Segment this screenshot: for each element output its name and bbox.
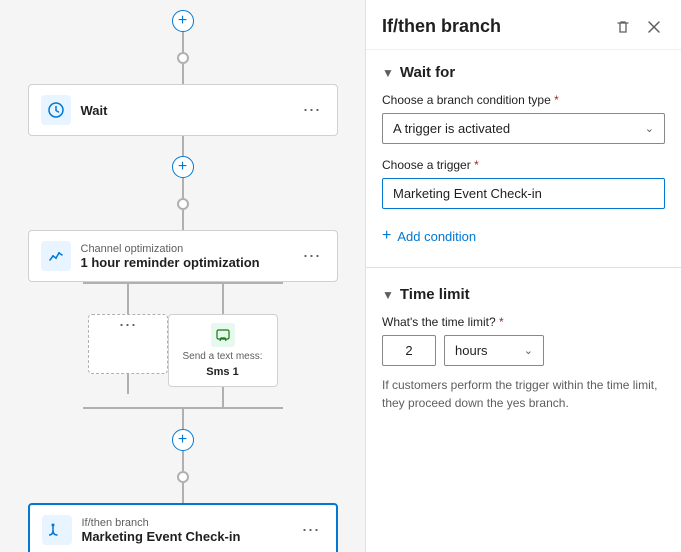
channel-subtitle: Channel optimization: [81, 243, 289, 255]
wait-title: Wait: [81, 103, 289, 118]
time-input-row: hours ⌄: [382, 335, 665, 366]
connector-line-8: [182, 483, 184, 503]
time-limit-header[interactable]: ▼ Time limit: [382, 286, 665, 303]
add-condition-plus-icon: +: [382, 227, 391, 245]
wait-for-section: ▼ Wait for Choose a branch condition typ…: [366, 50, 681, 263]
add-step-button-top[interactable]: +: [172, 10, 194, 32]
time-limit-required: *: [499, 315, 504, 329]
channel-optimization-card[interactable]: Channel optimization 1 hour reminder opt…: [28, 230, 338, 282]
time-limit-question-label: What's the time limit? *: [382, 315, 665, 329]
time-limit-field-group: What's the time limit? * hours ⌄ If cust…: [382, 315, 665, 412]
delete-button[interactable]: [611, 17, 635, 37]
close-button[interactable]: [643, 17, 665, 37]
wait-for-header[interactable]: ▼ Wait for: [382, 64, 665, 81]
ifthen-branch-card[interactable]: If/then branch Marketing Event Check-in …: [28, 503, 338, 552]
sms-label: Send a text mess:: [182, 351, 262, 362]
add-condition-button[interactable]: + Add condition: [382, 223, 476, 249]
sms-title: Sms 1: [206, 366, 238, 378]
time-unit-value: hours: [455, 343, 488, 358]
section-divider: [366, 267, 681, 268]
panel-actions: [611, 17, 665, 37]
connector-line-3: [182, 136, 184, 156]
right-panel: If/then branch ▼ Wait for Choose a branc…: [365, 0, 681, 552]
time-limit-description: If customers perform the trigger within …: [382, 376, 665, 412]
condition-type-dropdown[interactable]: A trigger is activated ⌄: [382, 113, 665, 144]
trigger-label: Choose a trigger *: [382, 158, 665, 172]
wait-for-label: Wait for: [400, 64, 455, 81]
time-unit-dropdown[interactable]: hours ⌄: [444, 335, 544, 366]
trigger-required: *: [474, 158, 479, 172]
connector-line-7: [182, 451, 184, 471]
trigger-input[interactable]: [382, 178, 665, 209]
node-connector-2: [177, 198, 189, 210]
panel-title: If/then branch: [382, 16, 501, 37]
branch-left-more[interactable]: ⋯: [119, 315, 137, 336]
time-unit-chevron-icon: ⌄: [524, 344, 533, 357]
connector-line-5: [182, 210, 184, 230]
time-number-input[interactable]: [382, 335, 436, 366]
channel-content: Channel optimization 1 hour reminder opt…: [81, 242, 289, 270]
sms-icon: [211, 323, 235, 347]
branch-left-arm: ⋯: [88, 284, 168, 394]
ifthen-more-button[interactable]: ⋯: [298, 518, 324, 543]
time-limit-label: Time limit: [400, 286, 470, 303]
wait-more-button[interactable]: ⋯: [299, 98, 325, 123]
sms-card[interactable]: Send a text mess: Sms 1: [168, 314, 278, 387]
node-connector-3: [177, 471, 189, 483]
ifthen-title: Marketing Event Check-in: [82, 529, 288, 544]
wait-content: Wait: [81, 103, 289, 118]
trigger-group: Choose a trigger *: [382, 158, 665, 209]
channel-title: 1 hour reminder optimization: [81, 255, 289, 270]
time-limit-section: ▼ Time limit What's the time limit? * ho…: [366, 272, 681, 440]
connector-line-6: [182, 409, 184, 429]
panel-header: If/then branch: [366, 0, 681, 50]
condition-type-label: Choose a branch condition type *: [382, 93, 665, 107]
ifthen-subtitle: If/then branch: [82, 517, 288, 529]
wait-icon: [41, 95, 71, 125]
flow-canvas: + Wait ⋯ +: [0, 0, 365, 552]
condition-type-chevron-icon: ⌄: [645, 122, 654, 135]
branch-icon: [42, 515, 72, 545]
connector-line-4: [182, 178, 184, 198]
node-connector-1: [177, 52, 189, 64]
wait-for-chevron-icon: ▼: [382, 66, 394, 80]
branch-right-arm: Send a text mess: Sms 1: [168, 284, 278, 407]
add-step-button-2[interactable]: +: [172, 156, 194, 178]
wait-card[interactable]: Wait ⋯: [28, 84, 338, 136]
condition-type-required: *: [554, 93, 559, 107]
channel-icon: [41, 241, 71, 271]
branch-split: ⋯ Send a text mess:: [28, 282, 338, 409]
condition-type-value: A trigger is activated: [393, 121, 510, 136]
condition-type-group: Choose a branch condition type * A trigg…: [382, 93, 665, 144]
channel-more-button[interactable]: ⋯: [299, 244, 325, 269]
ifthen-content: If/then branch Marketing Event Check-in: [82, 516, 288, 544]
add-step-button-3[interactable]: +: [172, 429, 194, 451]
connector-line-1: [182, 32, 184, 52]
connector-line-2: [182, 64, 184, 84]
time-limit-chevron-icon: ▼: [382, 288, 394, 302]
add-condition-label: Add condition: [397, 229, 476, 244]
